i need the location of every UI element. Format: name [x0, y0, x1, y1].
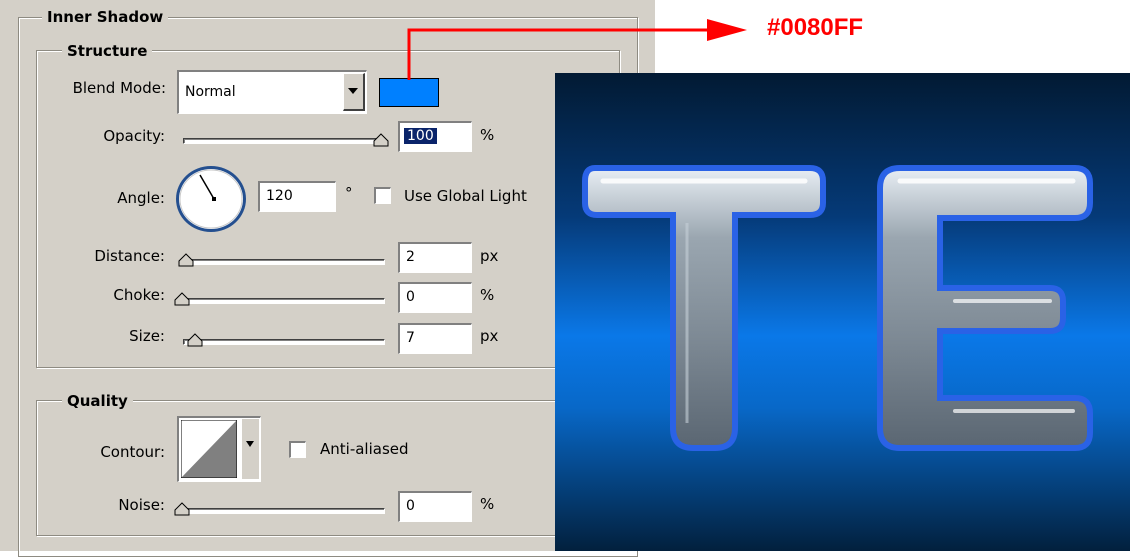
choke-slider-thumb[interactable] — [174, 292, 190, 306]
choke-slider-track[interactable] — [183, 298, 385, 304]
distance-slider-track[interactable] — [183, 259, 385, 265]
opacity-slider-track[interactable] — [183, 138, 385, 144]
blend-mode-label: Blend Mode: — [72, 79, 166, 97]
distance-slider-thumb[interactable] — [178, 253, 194, 267]
blend-mode-select[interactable]: Normal — [177, 70, 367, 114]
opacity-unit: % — [480, 126, 495, 144]
contour-dropdown-button[interactable] — [241, 419, 259, 479]
chevron-down-icon — [348, 88, 358, 94]
noise-label: Noise: — [118, 496, 165, 514]
letter-t-shape — [582, 165, 826, 451]
noise-input[interactable]: 0 — [398, 491, 472, 522]
distance-value: 2 — [406, 249, 415, 265]
choke-input[interactable]: 0 — [398, 282, 472, 313]
anti-aliased-label: Anti-aliased — [320, 440, 409, 458]
quality-title: Quality — [62, 392, 133, 410]
angle-unit: ° — [345, 184, 353, 202]
choke-label: Choke: — [113, 286, 165, 304]
size-value: 7 — [406, 330, 415, 346]
size-slider-thumb[interactable] — [187, 333, 203, 347]
chrome-text-graphic — [582, 165, 1093, 451]
noise-slider-track[interactable] — [183, 508, 385, 514]
angle-value: 120 — [266, 188, 293, 204]
use-global-light-label: Use Global Light — [404, 187, 527, 205]
size-input[interactable]: 7 — [398, 323, 472, 354]
chevron-down-icon — [246, 441, 254, 447]
opacity-label: Opacity: — [103, 127, 165, 145]
letter-e-shape — [877, 165, 1093, 451]
contour-label: Contour: — [100, 443, 165, 461]
blend-mode-dropdown-button[interactable] — [343, 73, 365, 111]
distance-label: Distance: — [94, 247, 165, 265]
opacity-input[interactable]: 100 — [398, 121, 472, 152]
quality-group — [36, 400, 620, 536]
contour-picker[interactable] — [177, 416, 261, 482]
structure-title: Structure — [62, 42, 153, 60]
choke-unit: % — [480, 286, 495, 304]
noise-unit: % — [480, 495, 495, 513]
color-hex-label: #0080FF — [767, 14, 864, 41]
angle-input[interactable]: 120 — [258, 181, 336, 212]
choke-value: 0 — [406, 289, 415, 305]
angle-dial[interactable] — [174, 164, 248, 234]
preview-image: TE — [555, 73, 1130, 551]
use-global-light-checkbox[interactable] — [374, 187, 391, 204]
inner-shadow-title: Inner Shadow — [42, 8, 169, 26]
distance-input[interactable]: 2 — [398, 242, 472, 273]
size-slider-track[interactable] — [183, 339, 385, 345]
anti-aliased-checkbox[interactable] — [289, 441, 306, 458]
opacity-slider-thumb[interactable] — [373, 133, 389, 147]
noise-value: 0 — [406, 498, 415, 514]
contour-preview-icon — [181, 420, 237, 478]
opacity-value: 100 — [404, 128, 437, 144]
angle-label: Angle: — [117, 189, 165, 207]
size-unit: px — [480, 327, 499, 345]
size-label: Size: — [129, 327, 165, 345]
distance-unit: px — [480, 247, 499, 265]
blend-mode-value: Normal — [185, 84, 236, 100]
noise-slider-thumb[interactable] — [174, 502, 190, 516]
